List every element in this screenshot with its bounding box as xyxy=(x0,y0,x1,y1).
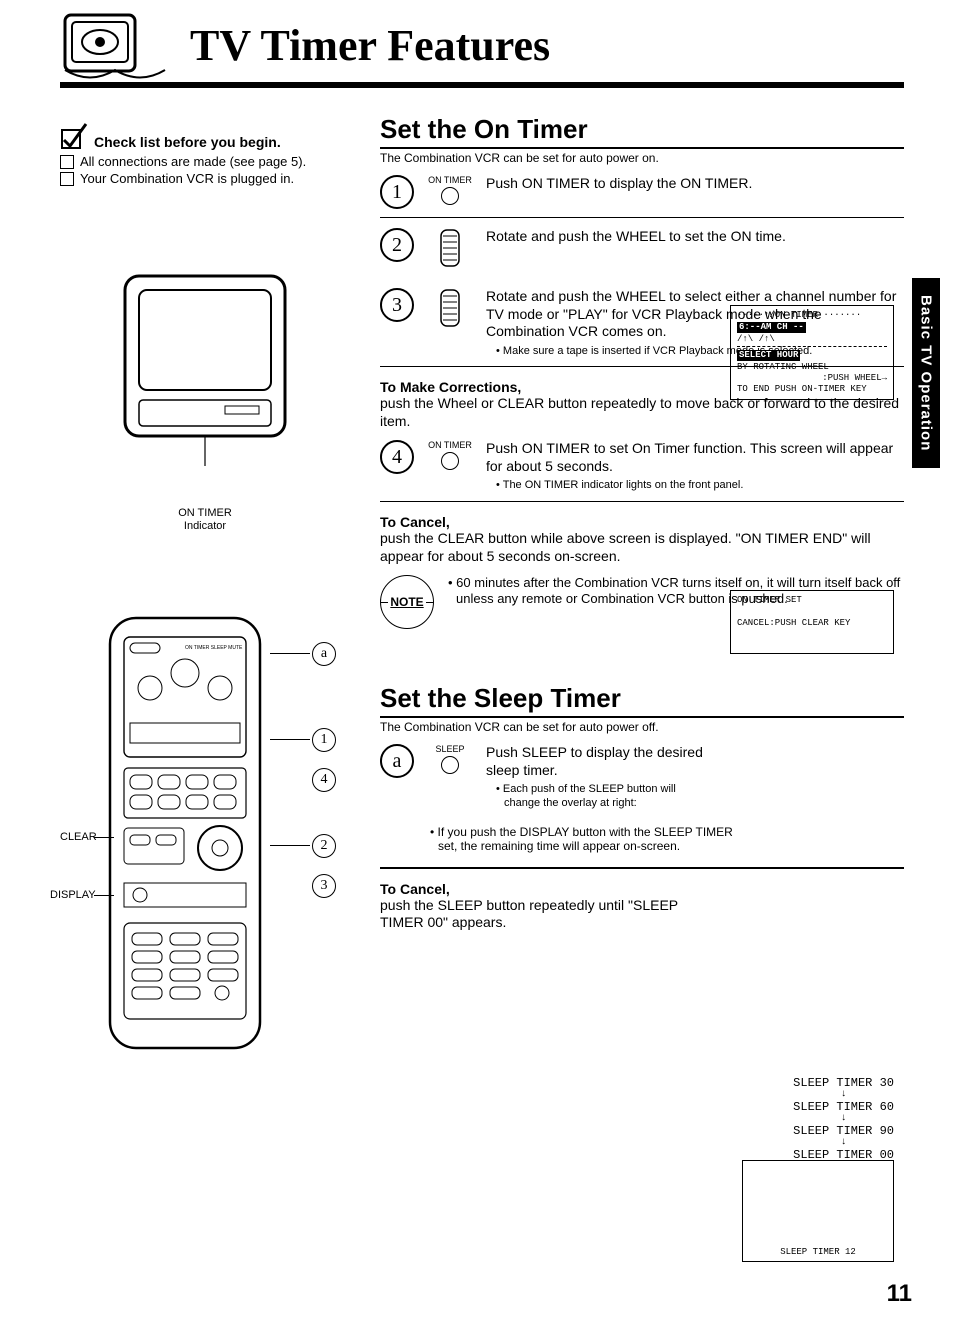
remote-figure: ON TIMER SLEEP MUTE xyxy=(60,613,350,1073)
remote-callout-2: 2 xyxy=(312,834,336,858)
remote-callout-a: a xyxy=(312,642,336,666)
on-timer-heading: Set the On Timer xyxy=(380,114,904,149)
tv-caption-line1: ON TIMER xyxy=(178,507,232,519)
note-icon: NOTE xyxy=(380,575,434,629)
step-4-icon: 4 xyxy=(380,440,414,474)
step-a-icon: a xyxy=(380,744,414,778)
svg-text:ON TIMER SLEEP MUTE: ON TIMER SLEEP MUTE xyxy=(185,645,243,651)
step-4-bullet: • The ON TIMER indicator lights on the f… xyxy=(496,479,904,493)
checklist-item: Your Combination VCR is plugged in. xyxy=(80,171,294,186)
step-a-bullet2: • If you push the DISPLAY button with th… xyxy=(430,825,738,853)
on-timer-button-icon: ON TIMER xyxy=(428,175,472,205)
tv-figure: ON TIMER Indicator xyxy=(60,266,350,533)
on-cancel-text: push the CLEAR button while above screen… xyxy=(380,530,904,565)
section-tab: Basic TV Operation xyxy=(912,278,940,468)
sleep-timer-sub: The Combination VCR can be set for auto … xyxy=(380,720,904,734)
step-a-bullet1: • Each push of the SLEEP button will cha… xyxy=(496,783,706,811)
checkbox-icon xyxy=(60,172,74,186)
checklist: Check list before you begin. All connect… xyxy=(60,122,350,186)
step-a-text: Push SLEEP to display the desired sleep … xyxy=(486,744,703,778)
osd-on-timer-setup: ·····↑/ON TIMER ······· 6:--AM CH -- /↑\… xyxy=(730,305,894,400)
on-timer-button-icon: ON TIMER xyxy=(428,440,472,470)
corrections-text: push the Wheel or CLEAR button repeatedl… xyxy=(380,395,904,430)
remote-label-clear: CLEAR xyxy=(60,831,97,843)
tv-caption-line2: Indicator xyxy=(184,520,226,532)
sleep-button-icon: SLEEP xyxy=(428,744,472,774)
checkbox-icon xyxy=(60,155,74,169)
step-2-text: Rotate and push the WHEEL to set the ON … xyxy=(486,228,904,246)
osd-on-timer-set: ON TIMER SET CANCEL:PUSH CLEAR KEY xyxy=(730,590,894,654)
checklist-item: All connections are made (see page 5). xyxy=(80,154,306,169)
remote-callout-1: 1 xyxy=(312,728,336,752)
checkmark-icon xyxy=(60,122,88,150)
step-4-text: Push ON TIMER to set On Timer function. … xyxy=(486,440,893,474)
osd-sleep-remaining: SLEEP TIMER 12 xyxy=(742,1160,894,1262)
step-1-icon: 1 xyxy=(380,175,414,209)
on-cancel-head: To Cancel, xyxy=(380,514,904,530)
wheel-icon xyxy=(428,228,472,270)
page-title: TV Timer Features xyxy=(190,20,550,71)
remote-callout-3: 3 xyxy=(312,874,336,898)
step-3-icon: 3 xyxy=(380,288,414,322)
wheel-icon xyxy=(428,288,472,330)
sleep-timer-heading: Set the Sleep Timer xyxy=(380,683,904,718)
sleep-cancel-head: To Cancel, xyxy=(380,881,904,897)
step-2-icon: 2 xyxy=(380,228,414,262)
remote-label-display: DISPLAY xyxy=(50,889,96,901)
sleep-cancel-text: push the SLEEP button repeatedly until "… xyxy=(380,897,680,932)
sleep-timer-list: SLEEP TIMER 30↓ SLEEP TIMER 60↓ SLEEP TI… xyxy=(793,1074,894,1164)
page-number: 11 xyxy=(887,1280,912,1308)
step-1-text: Push ON TIMER to display the ON TIMER. xyxy=(486,175,904,193)
remote-callout-4: 4 xyxy=(312,768,336,792)
on-timer-sub: The Combination VCR can be set for auto … xyxy=(380,151,904,165)
tv-eye-icon xyxy=(60,10,170,80)
checklist-heading: Check list before you begin. xyxy=(94,134,281,150)
title-row: TV Timer Features xyxy=(60,10,904,88)
